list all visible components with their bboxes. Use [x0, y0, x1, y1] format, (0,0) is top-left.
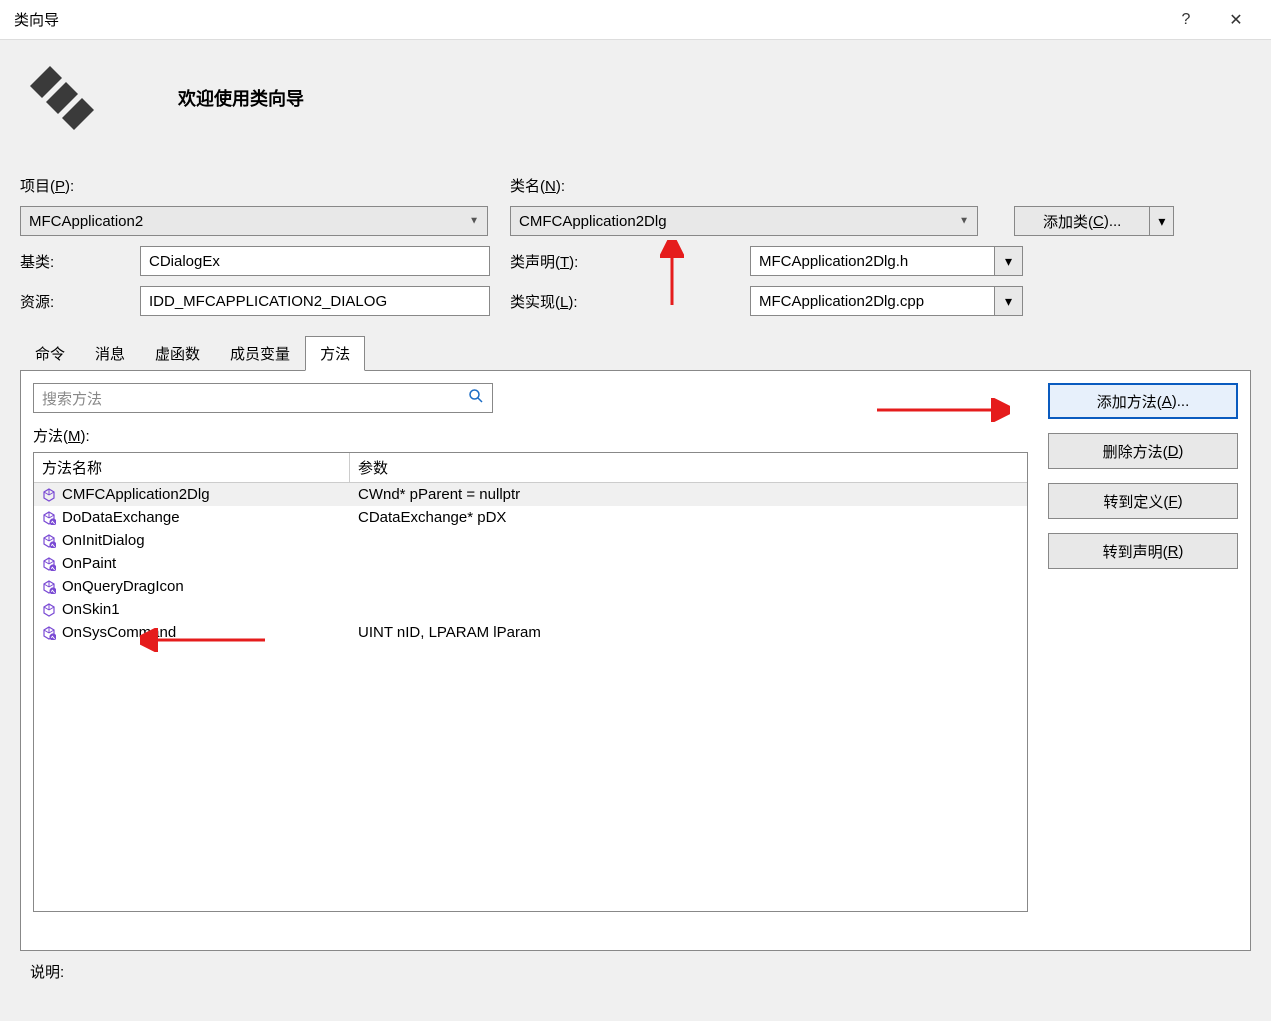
search-placeholder: 搜索方法	[42, 388, 102, 409]
project-label: 项目(P):	[20, 175, 140, 196]
method-params	[350, 584, 1027, 590]
tab-2[interactable]: 虚函数	[140, 336, 215, 371]
goto-declaration-button[interactable]: 转到声明(R)	[1048, 533, 1238, 569]
project-combo[interactable]: MFCApplication2 ▼	[20, 206, 488, 236]
base-class-field: CDialogEx	[140, 246, 490, 276]
search-icon	[468, 388, 484, 408]
tab-4[interactable]: 方法	[305, 336, 365, 371]
method-params	[350, 561, 1027, 567]
method-icon	[42, 534, 56, 548]
method-icon	[42, 557, 56, 571]
method-params: UINT nID, LPARAM lParam	[350, 621, 1027, 644]
method-icon	[42, 626, 56, 640]
method-row[interactable]: OnSysCommand UINT nID, LPARAM lParam	[34, 621, 1027, 644]
method-params	[350, 538, 1027, 544]
class-decl-dropdown[interactable]: ▾	[995, 246, 1023, 276]
class-name-combo[interactable]: CMFCApplication2Dlg ▼	[510, 206, 978, 236]
add-class-dropdown[interactable]: ▾	[1150, 206, 1174, 236]
wizard-icon	[20, 60, 98, 135]
search-methods-input[interactable]: 搜索方法	[33, 383, 493, 413]
description-label: 说明:	[0, 951, 1271, 992]
base-class-label: 基类:	[20, 251, 140, 272]
class-name-label: 类名(N):	[510, 175, 630, 196]
resource-label: 资源:	[20, 291, 140, 312]
method-icon	[42, 580, 56, 594]
methods-table[interactable]: 方法名称 参数 CMFCApplication2Dlg CWnd* pParent…	[33, 452, 1028, 912]
help-button[interactable]: ?	[1161, 0, 1211, 40]
method-name: OnPaint	[62, 555, 116, 572]
class-impl-combo[interactable]: MFCApplication2Dlg.cpp	[750, 286, 995, 316]
add-class-button[interactable]: 添加类(C)...	[1014, 206, 1150, 236]
method-icon	[42, 488, 56, 502]
column-header-params[interactable]: 参数	[350, 453, 1027, 482]
tabs: 命令消息虚函数成员变量方法	[20, 336, 1251, 371]
method-row[interactable]: DoDataExchange CDataExchange* pDX	[34, 506, 1027, 529]
method-icon	[42, 511, 56, 525]
tab-1[interactable]: 消息	[80, 336, 140, 371]
method-name: OnQueryDragIcon	[62, 578, 184, 595]
class-decl-label: 类声明(T):	[510, 251, 630, 272]
welcome-heading: 欢迎使用类向导	[178, 85, 304, 111]
method-row[interactable]: OnInitDialog	[34, 529, 1027, 552]
resource-field: IDD_MFCAPPLICATION2_DIALOG	[140, 286, 490, 316]
method-name: CMFCApplication2Dlg	[62, 486, 210, 503]
goto-definition-button[interactable]: 转到定义(F)	[1048, 483, 1238, 519]
delete-method-button[interactable]: 删除方法(D)	[1048, 433, 1238, 469]
add-method-button[interactable]: 添加方法(A)...	[1048, 383, 1238, 419]
method-name: OnSysCommand	[62, 624, 176, 641]
close-button[interactable]: ✕	[1211, 0, 1261, 40]
method-params: CWnd* pParent = nullptr	[350, 483, 1027, 506]
method-row[interactable]: OnPaint	[34, 552, 1027, 575]
tab-3[interactable]: 成员变量	[215, 336, 305, 371]
class-decl-combo[interactable]: MFCApplication2Dlg.h	[750, 246, 995, 276]
method-row[interactable]: OnSkin1	[34, 598, 1027, 621]
tab-0[interactable]: 命令	[20, 336, 80, 371]
window-title: 类向导	[10, 9, 1161, 30]
method-icon	[42, 603, 56, 617]
method-params	[350, 607, 1027, 613]
chevron-down-icon: ▼	[959, 216, 969, 227]
class-impl-label: 类实现(L):	[510, 291, 630, 312]
methods-label: 方法(M):	[33, 425, 1028, 446]
method-row[interactable]: CMFCApplication2Dlg CWnd* pParent = nullp…	[34, 483, 1027, 506]
method-name: DoDataExchange	[62, 509, 180, 526]
chevron-down-icon: ▼	[469, 216, 479, 227]
column-header-name[interactable]: 方法名称	[34, 453, 350, 482]
method-row[interactable]: OnQueryDragIcon	[34, 575, 1027, 598]
method-name: OnInitDialog	[62, 532, 145, 549]
method-params: CDataExchange* pDX	[350, 506, 1027, 529]
class-impl-dropdown[interactable]: ▾	[995, 286, 1023, 316]
method-name: OnSkin1	[62, 601, 120, 618]
